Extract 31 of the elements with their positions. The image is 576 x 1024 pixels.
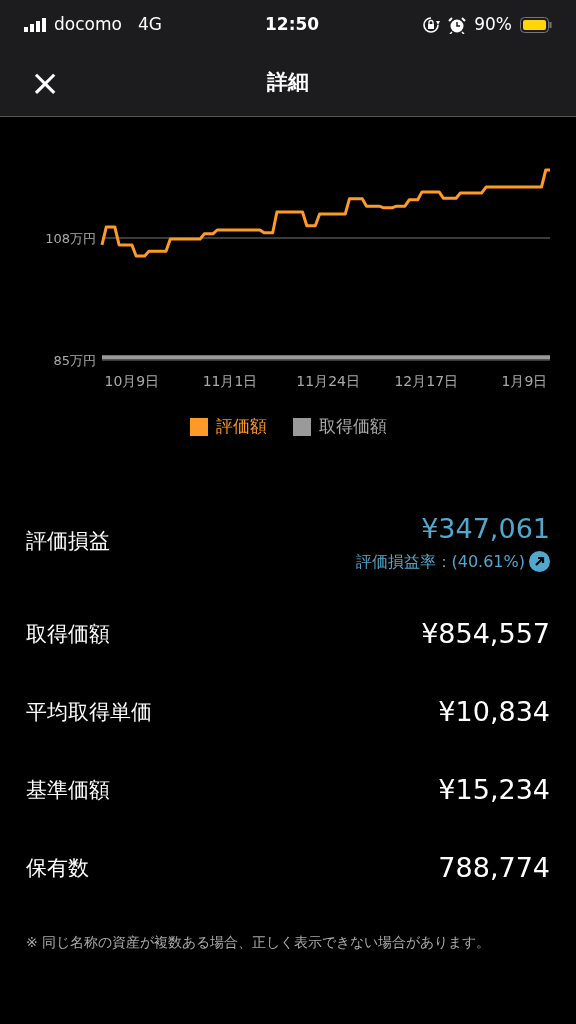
- legend-label: 取得価額: [318, 415, 387, 438]
- network-type: 4G: [137, 13, 162, 37]
- battery-percent: 90%: [474, 13, 512, 37]
- legend-label: 評価額: [215, 415, 267, 438]
- alarm-icon: [448, 16, 467, 34]
- x-tick-label: 12月17日: [394, 373, 459, 389]
- row-label: 基準価額: [26, 776, 110, 804]
- carrier-name: docomo: [54, 13, 122, 37]
- x-tick-label: 11月24日: [296, 373, 360, 389]
- footnote: ※ 同じ名称の資産が複数ある場合、正しく表示できない場合があります。: [25, 932, 492, 952]
- row-value: ¥10,834: [438, 695, 550, 730]
- row-label: 平均取得単価: [26, 698, 152, 726]
- x-tick-label: 11月1日: [202, 373, 258, 389]
- row-label: 保有数: [26, 854, 89, 882]
- profit-value: ¥347,061: [421, 512, 550, 547]
- y-tick-label: 108万円: [45, 231, 96, 246]
- page-title: 詳細: [267, 69, 309, 97]
- rotation-lock-icon: [422, 16, 441, 34]
- battery-icon: [520, 17, 552, 33]
- status-time: 12:50: [264, 13, 321, 37]
- signal-icon: [24, 18, 46, 32]
- profit-rate: 評価損益率：(40.61%): [355, 550, 525, 573]
- x-tick-label: 1月9日: [501, 373, 548, 389]
- row-label: 取得価額: [26, 620, 110, 648]
- row-value: 788,774: [438, 851, 550, 886]
- row-value: ¥15,234: [438, 773, 550, 808]
- y-tick-label: 85万円: [53, 353, 96, 368]
- close-button[interactable]: ×: [28, 65, 63, 101]
- row-value: ¥854,557: [421, 617, 550, 652]
- row-label: 評価損益: [26, 527, 110, 555]
- x-tick-label: 10月9日: [104, 373, 160, 389]
